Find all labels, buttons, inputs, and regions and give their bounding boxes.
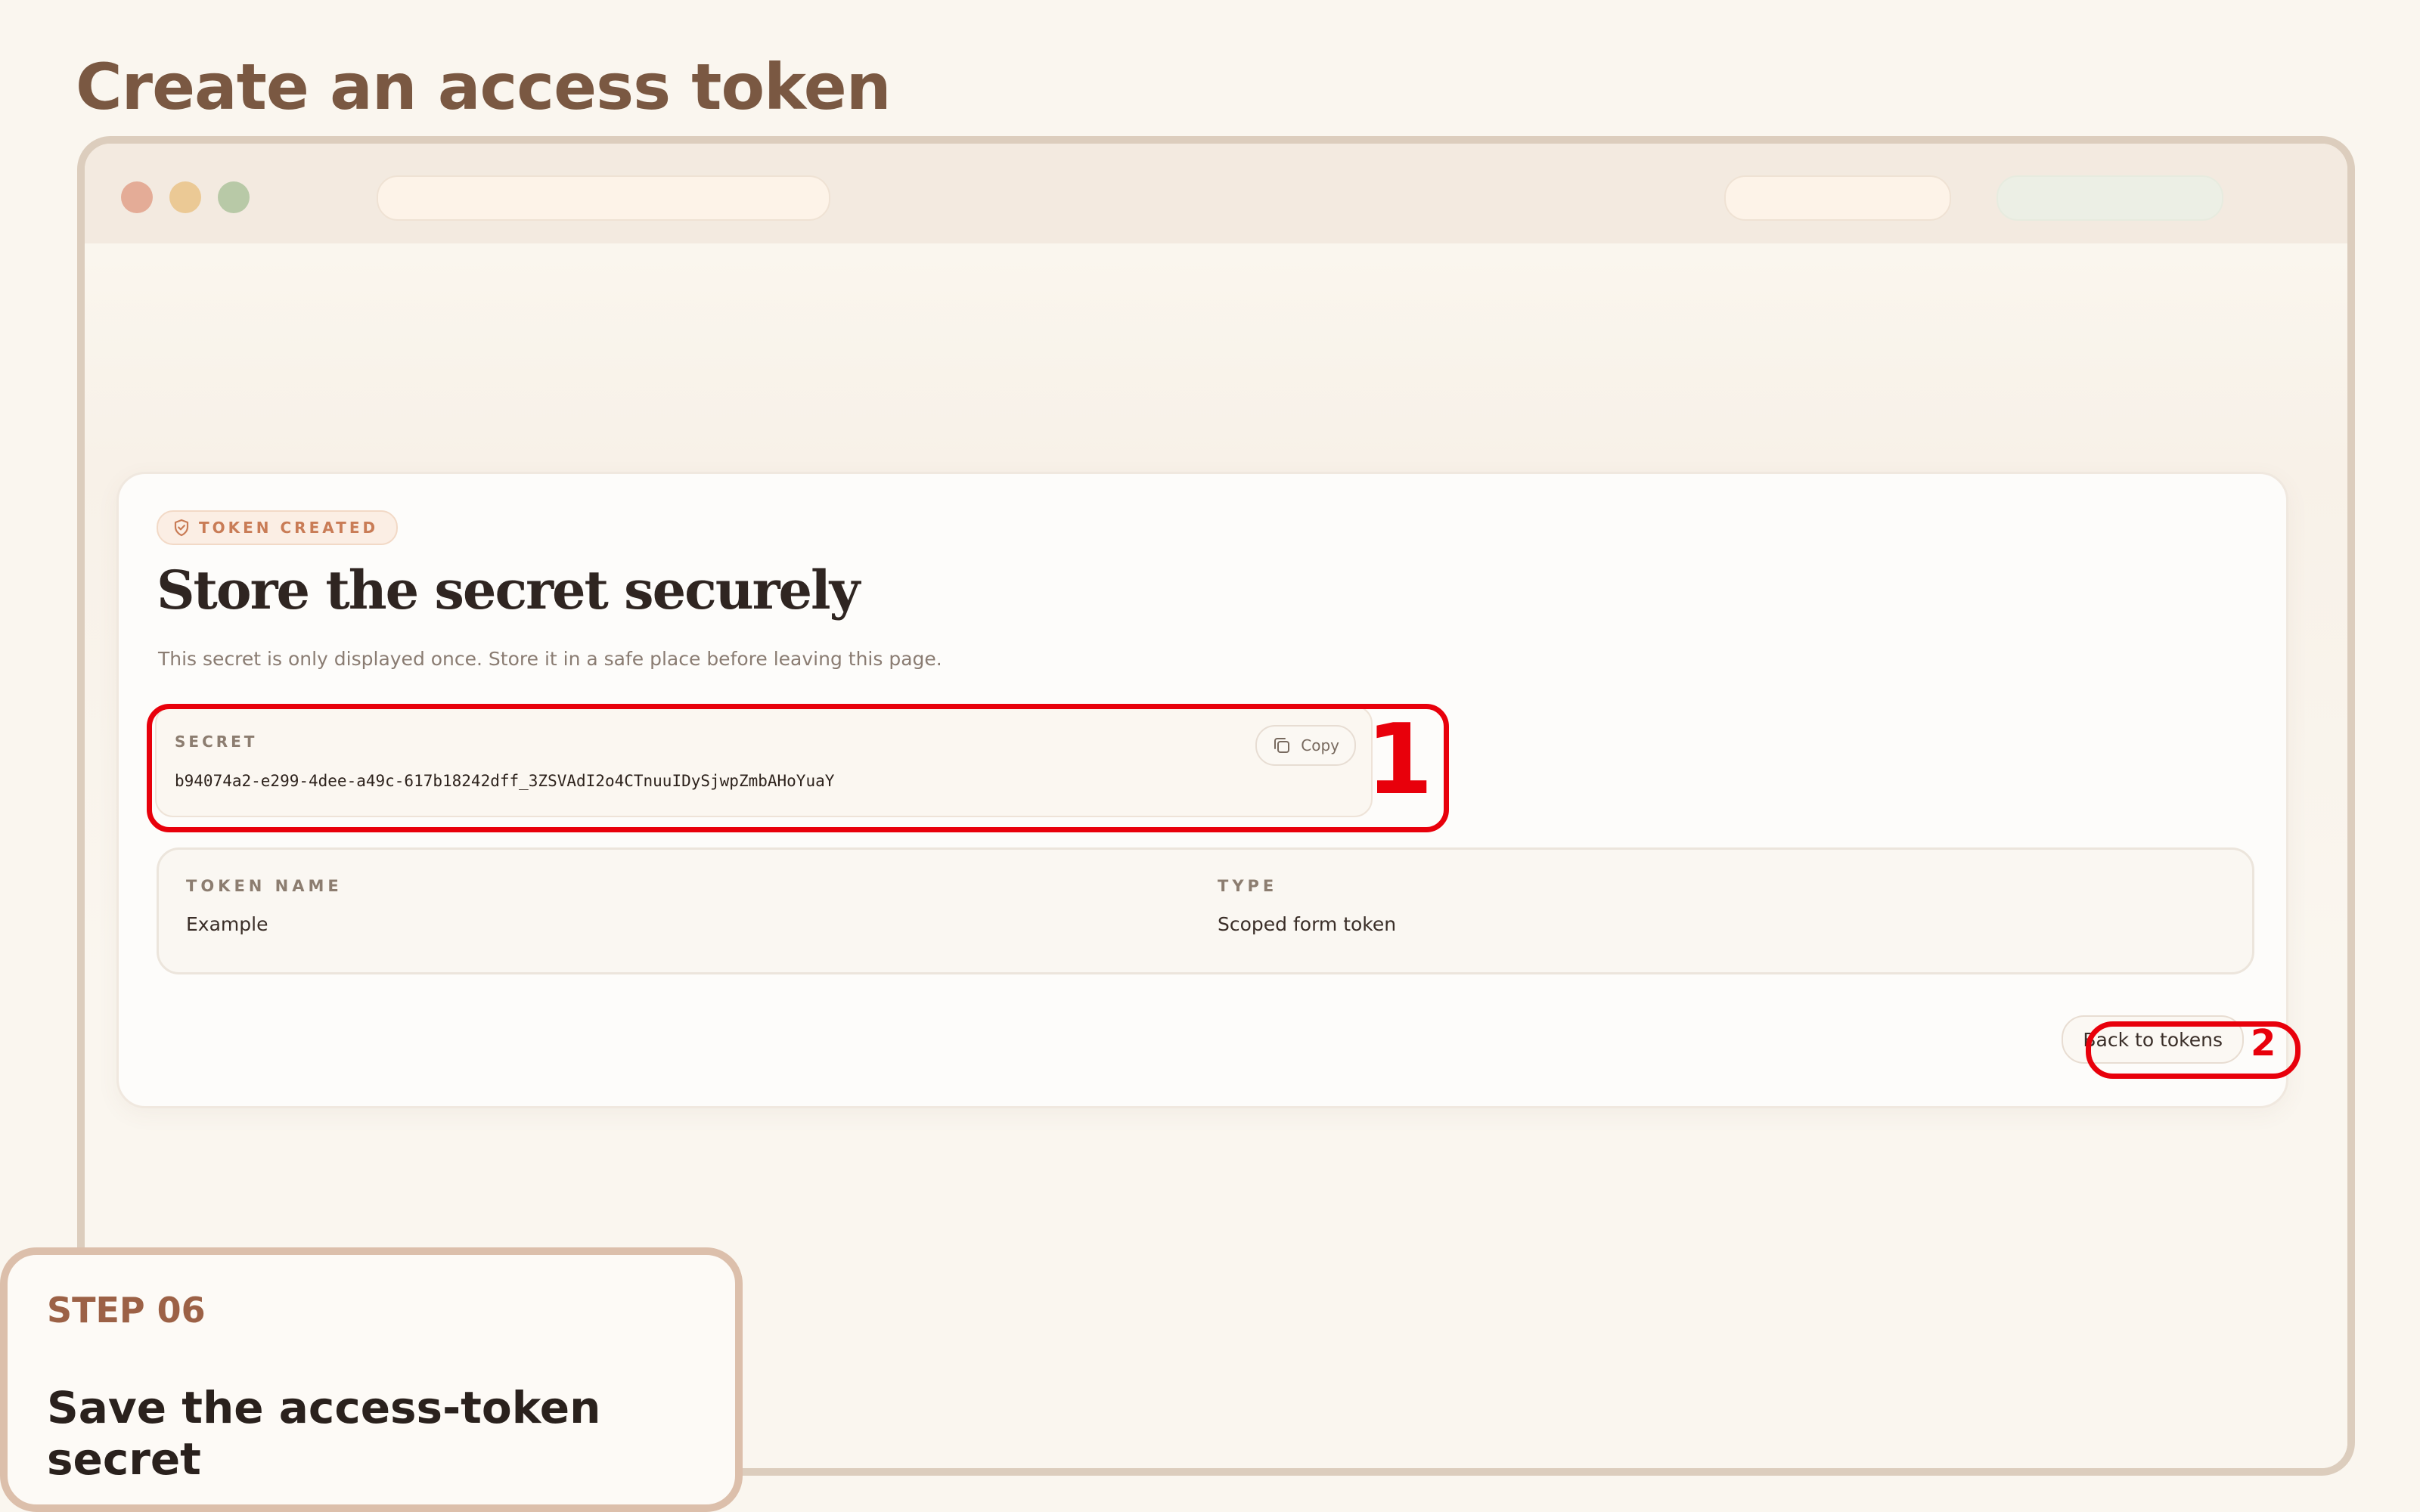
copy-button-label: Copy bbox=[1301, 736, 1339, 754]
callout-number-2: 2 bbox=[2251, 1022, 2276, 1064]
page-title: Create an access token bbox=[76, 50, 892, 124]
step-description: Save the access-token secret bbox=[47, 1382, 601, 1485]
token-created-card: TOKEN CREATED Store the secret securely … bbox=[116, 472, 2288, 1108]
window-close-dot[interactable] bbox=[121, 181, 153, 213]
shield-check-icon bbox=[174, 519, 189, 537]
toolbar-pill-placeholder-green[interactable] bbox=[1996, 175, 2223, 221]
token-name-value: Example bbox=[186, 913, 268, 935]
copy-button[interactable]: Copy bbox=[1255, 725, 1356, 766]
address-bar-placeholder[interactable] bbox=[377, 175, 830, 221]
window-maximize-dot[interactable] bbox=[218, 181, 250, 213]
window-minimize-dot[interactable] bbox=[169, 181, 201, 213]
copy-icon bbox=[1274, 738, 1290, 753]
token-type-value: Scoped form token bbox=[1218, 913, 1397, 935]
badge-label: TOKEN CREATED bbox=[199, 519, 379, 537]
back-to-tokens-button[interactable]: Back to tokens bbox=[2062, 1015, 2244, 1064]
callout-number-1: 1 bbox=[1366, 704, 1434, 816]
token-name-label: TOKEN NAME bbox=[186, 877, 343, 895]
toolbar-pill-placeholder[interactable] bbox=[1724, 175, 1951, 221]
secret-field: SECRET b94074a2-e299-4dee-a49c-617b18242… bbox=[155, 705, 1373, 817]
card-description: This secret is only displayed once. Stor… bbox=[158, 648, 942, 670]
token-details: TOKEN NAME Example TYPE Scoped form toke… bbox=[157, 847, 2254, 974]
card-heading: Store the secret securely bbox=[157, 559, 860, 621]
back-to-tokens-label: Back to tokens bbox=[2083, 1028, 2223, 1051]
step-number: STEP 06 bbox=[47, 1290, 206, 1331]
secret-label: SECRET bbox=[175, 733, 258, 751]
step-card: STEP 06 Save the access-token secret bbox=[0, 1247, 743, 1512]
browser-toolbar bbox=[85, 144, 2347, 243]
secret-value[interactable]: b94074a2-e299-4dee-a49c-617b18242dff_3ZS… bbox=[175, 772, 834, 790]
token-created-badge: TOKEN CREATED bbox=[157, 510, 399, 545]
token-type-label: TYPE bbox=[1218, 877, 1278, 895]
